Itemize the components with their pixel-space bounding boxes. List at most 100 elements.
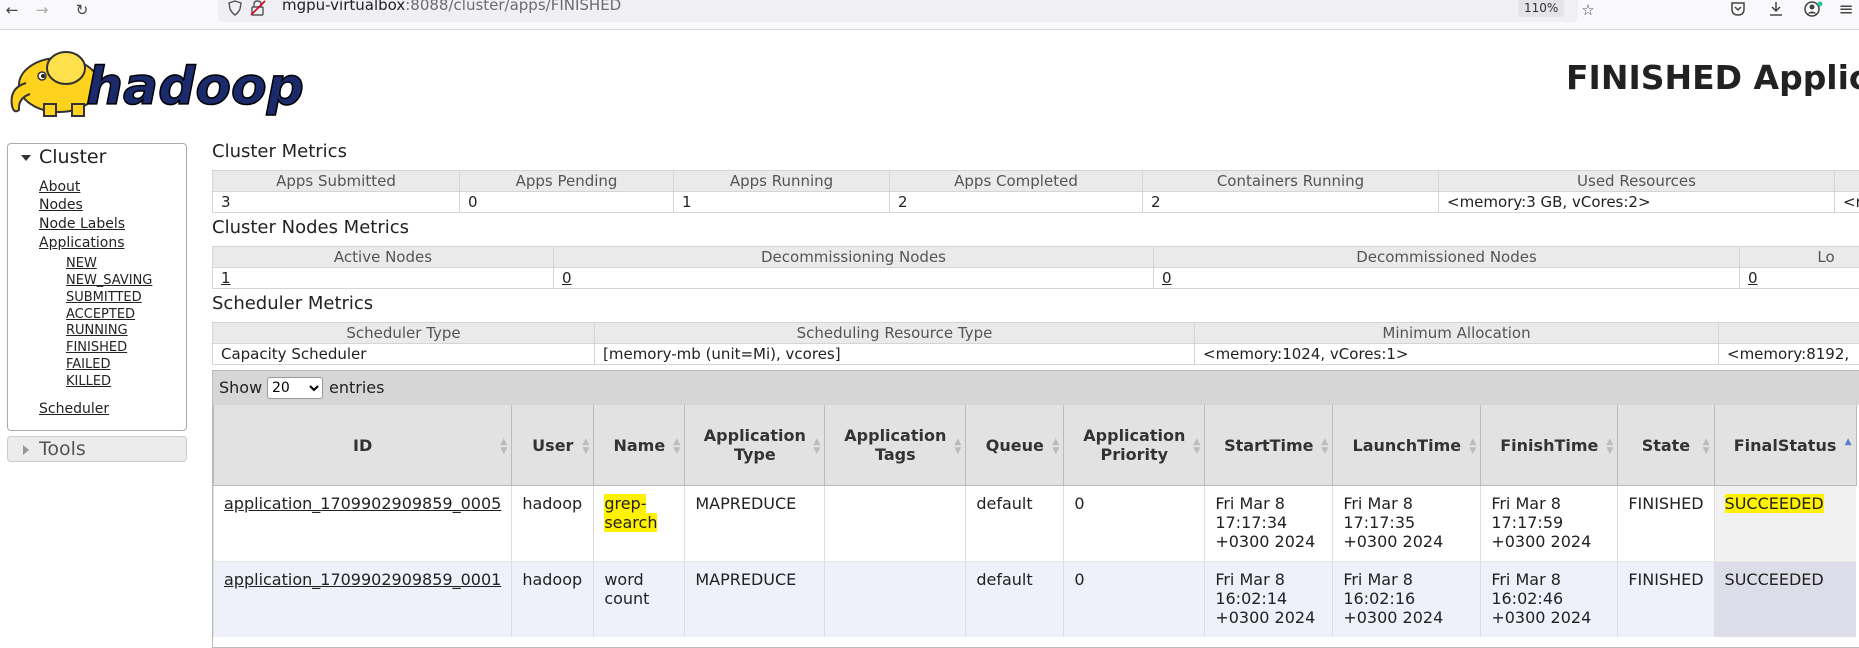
page-size-select[interactable]: 20 <box>267 377 323 399</box>
column-header-state[interactable]: State ▲ ▼ <box>1617 405 1715 486</box>
metric-header <box>1834 170 1859 192</box>
show-label: Show <box>219 378 263 397</box>
nav-link-about[interactable]: About <box>39 179 80 196</box>
tools-label: Tools <box>39 438 86 460</box>
metric-header: Containers Running <box>1142 170 1439 192</box>
zoom-level-badge[interactable]: 110% <box>1518 0 1565 17</box>
downloads-icon[interactable] <box>1768 0 1784 18</box>
user-cell: hadoop <box>511 485 594 562</box>
column-header-finish-time[interactable]: FinishTime ▲ ▼ <box>1480 405 1619 486</box>
metric-value: <memory:1024, vCores:1> <box>1194 343 1719 365</box>
nav-link-state-finished[interactable]: FINISHED <box>66 340 127 355</box>
table-row: application_1709902909859_0005 hadoop gr… <box>213 485 1857 562</box>
cluster-panel-header[interactable]: Cluster <box>8 144 186 170</box>
column-header-label: Application Tags <box>844 426 947 464</box>
bookmark-star-icon[interactable]: ☆ <box>1578 0 1598 20</box>
metric-header: Apps Completed <box>889 170 1143 192</box>
node-metrics-table: Active Nodes Decommissioning Nodes Decom… <box>212 246 1859 289</box>
column-header-name[interactable]: Name ▲ ▼ <box>593 405 686 486</box>
column-header-start-time[interactable]: StartTime ▲ ▼ <box>1204 405 1334 486</box>
account-icon[interactable] <box>1804 0 1824 18</box>
finish-time-cell: Fri Mar 8 16:02:46 +0300 2024 <box>1480 561 1618 637</box>
final-status-cell: SUCCEEDED <box>1713 485 1857 562</box>
metric-value: <memory:3 GB, vCores:2> <box>1438 191 1835 213</box>
decommissioned-nodes-link[interactable]: 0 <box>1162 269 1172 287</box>
application-id-link[interactable]: application_1709902909859_0001 <box>224 570 501 589</box>
hadoop-wordmark: hadoop <box>86 57 304 117</box>
back-arrow-icon[interactable]: ← <box>2 0 22 20</box>
metric-value: 3 <box>212 191 460 213</box>
nav-link-state-killed[interactable]: KILLED <box>66 374 111 389</box>
nav-link-state-failed[interactable]: FAILED <box>66 357 110 372</box>
column-header-queue[interactable]: Queue ▲ ▼ <box>965 405 1065 486</box>
forward-arrow-icon[interactable]: → <box>32 0 52 20</box>
active-nodes-link[interactable]: 1 <box>221 269 231 287</box>
tools-nav-panel[interactable]: Tools <box>7 436 187 462</box>
sort-icon: ▲ ▼ <box>1193 437 1201 456</box>
expand-triangle-icon <box>23 445 29 455</box>
column-header-label: Queue <box>985 435 1044 455</box>
type-cell: MAPREDUCE <box>684 561 825 637</box>
cluster-metrics-table: Apps Submitted Apps Pending Apps Running… <box>212 170 1859 213</box>
metric-value: 2 <box>1142 191 1439 213</box>
applications-panel: Show 20 entries ID ▲ ▼ User ▲ ▼ Name ▲ ▼ Appli… <box>212 370 1859 648</box>
table-row: application_1709902909859_0001 hadoop wo… <box>213 561 1857 637</box>
page-title: FINISHED Applica <box>1566 58 1859 97</box>
pocket-icon[interactable] <box>1730 1 1746 17</box>
browser-toolbar: ← → ↻ mgpu-virtualbox:8088/cluster/apps/… <box>0 0 1859 30</box>
queue-cell: default <box>965 561 1064 637</box>
hadoop-logo[interactable]: hadoop <box>4 38 334 120</box>
sort-icon: ▲ ▼ <box>500 437 508 456</box>
column-header-user[interactable]: User ▲ ▼ <box>511 405 595 486</box>
node-metrics-title: Cluster Nodes Metrics <box>212 217 410 238</box>
column-header-label: FinishTime <box>1500 435 1599 455</box>
nav-link-state-new[interactable]: NEW <box>66 256 97 271</box>
sort-icon: ▲ ▼ <box>813 437 821 456</box>
nav-link-scheduler[interactable]: Scheduler <box>39 401 109 418</box>
finish-time-cell: Fri Mar 8 17:17:59 +0300 2024 <box>1480 485 1618 562</box>
name-cell: grep-search <box>593 485 685 562</box>
column-header-label: User <box>532 435 574 455</box>
metric-header: Active Nodes <box>212 246 554 268</box>
nav-link-state-new-saving[interactable]: NEW_SAVING <box>66 273 152 288</box>
column-header-application-tags[interactable]: Application Tags ▲ ▼ <box>824 405 967 486</box>
scheduler-metrics-table: Scheduler Type Scheduling Resource Type … <box>212 322 1859 365</box>
sort-icon: ▲ ▼ <box>582 437 590 456</box>
cluster-metrics-title: Cluster Metrics <box>212 141 347 162</box>
url-host: mgpu-virtualbox <box>282 0 406 14</box>
column-header-application-type[interactable]: Application Type ▲ ▼ <box>684 405 826 486</box>
launch-time-cell: Fri Mar 8 16:02:16 +0300 2024 <box>1332 561 1481 637</box>
metric-header: Apps Submitted <box>212 170 460 192</box>
nav-link-state-submitted[interactable]: SUBMITTED <box>66 290 142 305</box>
name-cell: word count <box>593 561 685 637</box>
state-cell: FINISHED <box>1617 561 1715 637</box>
cluster-label: Cluster <box>39 146 107 168</box>
scheduler-metrics-title: Scheduler Metrics <box>212 293 374 314</box>
nav-link-node-labels[interactable]: Node Labels <box>39 216 125 233</box>
sort-icon: ▲ ▼ <box>1321 437 1329 456</box>
start-time-cell: Fri Mar 8 17:17:34 +0300 2024 <box>1204 485 1333 562</box>
column-header-label: FinalStatus <box>1733 435 1837 455</box>
nav-link-applications[interactable]: Applications <box>39 235 125 252</box>
address-bar[interactable]: mgpu-virtualbox:8088/cluster/apps/FINISH… <box>218 0 1578 22</box>
nav-link-state-accepted[interactable]: ACCEPTED <box>66 307 135 322</box>
overflow-menu-icon[interactable]: ≡ <box>1836 0 1856 20</box>
url-text[interactable]: mgpu-virtualbox:8088/cluster/apps/FINISH… <box>282 0 621 14</box>
decommissioning-nodes-link[interactable]: 0 <box>562 269 572 287</box>
metric-value: <memory:8192, <box>1718 343 1859 365</box>
column-header-id[interactable]: ID ▲ ▼ <box>213 405 513 486</box>
url-path: :8088/cluster/apps/FINISHED <box>405 0 622 14</box>
application-id-link[interactable]: application_1709902909859_0005 <box>224 494 501 513</box>
nav-link-nodes[interactable]: Nodes <box>39 197 83 214</box>
nav-link-state-running[interactable]: RUNNING <box>66 323 128 338</box>
reload-icon[interactable]: ↻ <box>72 0 92 20</box>
name-text: grep-search <box>604 494 658 532</box>
tags-cell <box>824 485 966 562</box>
column-header-application-priority[interactable]: Application Priority ▲ ▼ <box>1063 405 1206 486</box>
column-header-final-status[interactable]: FinalStatus ▲ <box>1713 405 1857 486</box>
applications-table: ID ▲ ▼ User ▲ ▼ Name ▲ ▼ Application Type ▲ ▼ Ap… <box>213 405 1857 637</box>
metric-header <box>1718 322 1859 344</box>
lost-nodes-link[interactable]: 0 <box>1748 269 1758 287</box>
column-header-label: Application Priority <box>1083 426 1186 464</box>
column-header-launch-time[interactable]: LaunchTime ▲ ▼ <box>1332 405 1482 486</box>
